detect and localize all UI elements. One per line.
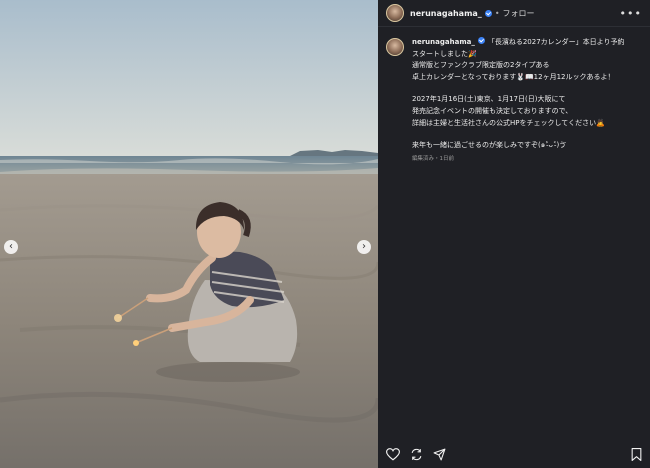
post-side-panel: nerunagahama_ • フォロー ••• nerunagahama_ 「長… — [378, 0, 650, 468]
follow-button[interactable]: フォロー — [503, 8, 535, 19]
header-username[interactable]: nerunagahama_ — [410, 9, 482, 18]
heart-icon[interactable] — [386, 447, 400, 461]
avatar[interactable] — [386, 4, 404, 22]
caption-avatar[interactable] — [386, 38, 404, 56]
caption-line: 詳細は主婦と生活社さんの公式HPをチェックしてください🙇 — [412, 118, 605, 127]
caption-line: スタートしました🎉 — [412, 49, 477, 58]
caption-line: 「長濱ねる2027カレンダー」本日より予約 — [487, 38, 625, 46]
post-meta: 編集済み・1日前 — [412, 155, 454, 162]
caption-line: 卓上カレンダーとなっております🐰📖12ヶ月12ルックあるよ！ — [412, 72, 615, 81]
caption-line: 通常版とファンクラブ限定版の2タイプある — [412, 61, 550, 70]
post-caption: nerunagahama_ 「長濱ねる2027カレンダー」本日より予約 スタートし… — [378, 27, 650, 165]
repost-icon[interactable] — [410, 448, 423, 461]
caption-line: 2027年1月16日(土)東京、1月17日(日)大阪にて — [412, 95, 566, 104]
bookmark-icon[interactable] — [631, 447, 642, 461]
post-header: nerunagahama_ • フォロー ••• — [378, 0, 650, 27]
caption-verified-badge-icon — [477, 37, 485, 44]
caption-line: 発売記念イベントの開催も決定しておりますので、 — [412, 106, 573, 115]
verified-badge-icon — [484, 9, 492, 17]
chevron-left-icon[interactable]: ‹ — [4, 240, 18, 254]
send-icon[interactable] — [433, 448, 446, 461]
separator-dot: • — [494, 8, 500, 18]
more-options-icon[interactable]: ••• — [620, 7, 642, 20]
chevron-right-icon[interactable]: › — [357, 240, 371, 254]
beach-photo-image — [0, 0, 378, 468]
post-photo[interactable]: ‹ › — [0, 0, 378, 468]
post-viewer: ‹ › nerunagahama_ • フォロー ••• nerunagaham… — [0, 0, 650, 468]
post-actions — [378, 446, 650, 462]
caption-line: 来年も一緒に過ごせるのが楽しみですぞ(๑˃̵ᴗ˂̵)ゔ — [412, 141, 567, 150]
caption-body: nerunagahama_ 「長濱ねる2027カレンダー」本日より予約 スタートし… — [412, 37, 642, 165]
caption-username[interactable]: nerunagahama_ — [412, 38, 475, 46]
